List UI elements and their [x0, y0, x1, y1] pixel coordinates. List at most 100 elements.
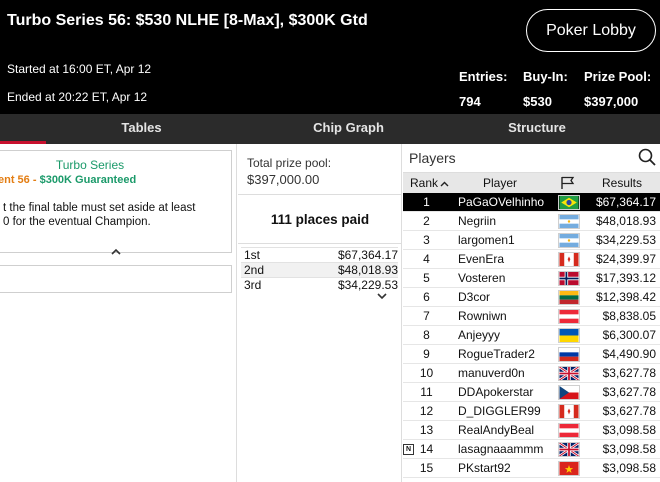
- payout-place: 1st: [244, 248, 261, 262]
- player-row[interactable]: 11 DDApokerstar $3,627.78: [403, 383, 660, 402]
- player-result: $34,229.53: [595, 233, 656, 247]
- norway-flag-icon: [558, 271, 580, 286]
- player-row[interactable]: 9 RogueTrader2 $4,490.90: [403, 345, 660, 364]
- collapse-info-button[interactable]: [0, 247, 232, 258]
- czech-flag-icon: [558, 385, 580, 400]
- tab-chip-graph[interactable]: Chip Graph: [283, 114, 414, 144]
- player-row[interactable]: 4 EvenEra $24,399.97: [403, 250, 660, 269]
- entries-stat: Entries: 794: [459, 69, 507, 109]
- results-column-header[interactable]: Results: [602, 173, 642, 193]
- player-row[interactable]: 2 Negriin $48,018.93: [403, 212, 660, 231]
- payout-amount: $34,229.53: [337, 278, 398, 292]
- tab-structure[interactable]: Structure: [414, 114, 660, 144]
- player-name: D_DIGGLER99: [458, 404, 541, 418]
- russia-flag-icon: [558, 347, 580, 362]
- player-name: manuverd0n: [458, 366, 525, 380]
- player-name: Vosteren: [458, 271, 506, 285]
- rank-column-header[interactable]: Rank: [410, 173, 449, 193]
- chevron-up-icon: [111, 248, 121, 255]
- player-name: PaGaOVelhinho: [458, 195, 545, 209]
- player-result: $67,364.17: [595, 195, 656, 209]
- player-rank: 15: [419, 461, 434, 475]
- player-row[interactable]: 7 Rowniwn $8,838.05: [403, 307, 660, 326]
- argentina-flag-icon: [558, 214, 580, 229]
- player-rank: 14: [419, 442, 434, 456]
- player-result: $48,018.93: [595, 214, 656, 228]
- player-result: $17,393.12: [595, 271, 656, 285]
- argentina-flag-icon: [558, 233, 580, 248]
- payout-row: 2nd $48,018.93: [241, 262, 398, 277]
- player-name: PKstart92: [458, 461, 511, 475]
- player-result: $6,300.07: [602, 328, 656, 342]
- player-result: $3,098.58: [602, 461, 656, 475]
- total-prize-pool-label: Total prize pool:: [247, 156, 332, 170]
- player-result: $3,627.78: [602, 385, 656, 399]
- buyin-stat: Buy-In: $530: [523, 69, 568, 109]
- player-rank: 3: [423, 233, 430, 247]
- tournament-title: Turbo Series 56: $530 NLHE [8-Max], $300…: [7, 12, 368, 29]
- tournament-header: Turbo Series 56: $530 NLHE [8-Max], $300…: [0, 0, 660, 114]
- player-name: RealAndyBeal: [458, 423, 535, 437]
- player-name: largomen1: [458, 233, 515, 247]
- player-rank: 2: [423, 214, 430, 228]
- player-rank: 12: [419, 404, 434, 418]
- prize-pool-stat: Prize Pool: $397,000: [584, 69, 651, 109]
- payout-amount: $67,364.17: [337, 248, 398, 262]
- flag-icon[interactable]: [560, 176, 575, 190]
- payout-row: 3rd $34,229.53: [241, 277, 398, 292]
- prize-panel: Total prize pool: $397,000.00 111 places…: [238, 144, 402, 482]
- player-name: Rowniwn: [458, 309, 507, 323]
- player-row[interactable]: 1 PaGaOVelhinho $67,364.17: [403, 193, 660, 212]
- austria-flag-icon: [558, 423, 580, 438]
- total-prize-pool-value: $397,000.00: [247, 172, 320, 187]
- prize-pool-value: $397,000: [584, 94, 639, 109]
- event-subtitle: ent 56 - $300K Guaranteed: [0, 174, 136, 186]
- player-name: EvenEra: [458, 252, 505, 266]
- player-row[interactable]: 15 PKstart92 $3,098.58: [403, 459, 660, 478]
- uk-flag-icon: [558, 442, 580, 457]
- player-result: $24,399.97: [595, 252, 656, 266]
- search-icon[interactable]: [638, 148, 656, 166]
- players-panel: Players Rank Player Results 1 PaGaOVelhin…: [403, 144, 660, 482]
- payout-amount: $48,018.93: [337, 263, 398, 277]
- info-card: Turbo Series ent 56 - $300K Guaranteed t…: [0, 150, 232, 253]
- player-row[interactable]: 12 D_DIGGLER99 $3,627.78: [403, 402, 660, 421]
- player-rank: 6: [423, 290, 430, 304]
- entries-label: Entries:: [459, 69, 508, 84]
- player-row[interactable]: 8 Anjeyyy $6,300.07: [403, 326, 660, 345]
- prize-pool-label: Prize Pool:: [584, 69, 652, 84]
- player-row[interactable]: 13 RealAndyBeal $3,098.58: [403, 421, 660, 440]
- entries-value: 794: [459, 94, 481, 109]
- austria-flag-icon: [558, 309, 580, 324]
- player-name: RogueTrader2: [458, 347, 535, 361]
- players-column-header: Rank Player Results: [403, 173, 660, 193]
- tab-tables[interactable]: Tables: [0, 114, 283, 144]
- player-row[interactable]: 6 D3cor $12,398.42: [403, 288, 660, 307]
- player-result: $4,490.90: [602, 347, 656, 361]
- uk-flag-icon: [558, 366, 580, 381]
- player-name: DDApokerstar: [458, 385, 534, 399]
- player-row[interactable]: N 14 lasagnaaammm $3,098.58: [403, 440, 660, 459]
- player-row[interactable]: 10 manuverd0n $3,627.78: [403, 364, 660, 383]
- expand-payouts-button[interactable]: [377, 292, 387, 302]
- player-rank: 9: [423, 347, 430, 361]
- player-column-header[interactable]: Player: [483, 173, 517, 193]
- chevron-up-icon: [440, 181, 449, 187]
- lithuania-flag-icon: [558, 290, 580, 305]
- players-list: 1 PaGaOVelhinho $67,364.17 2 Negriin $48,018.…: [403, 193, 660, 478]
- vietnam-flag-icon: [558, 461, 580, 476]
- player-name: Negriin: [458, 214, 497, 228]
- player-row[interactable]: 5 Vosteren $17,393.12: [403, 269, 660, 288]
- tab-bar: Tables Chip Graph Structure: [0, 114, 660, 144]
- payout-place: 2nd: [244, 263, 265, 277]
- brazil-flag-icon: [558, 195, 580, 210]
- poker-lobby-button[interactable]: Poker Lobby: [526, 9, 656, 52]
- player-row[interactable]: 3 largomen1 $34,229.53: [403, 231, 660, 250]
- player-result: $3,098.58: [602, 442, 656, 456]
- player-rank: 13: [419, 423, 434, 437]
- player-rank: 11: [420, 385, 433, 399]
- payout-list: 1st $67,364.17 2nd $48,018.93 3rd $34,229.5…: [241, 247, 398, 292]
- player-rank: 7: [423, 309, 430, 323]
- buyin-value: $530: [523, 94, 552, 109]
- player-name: Anjeyyy: [458, 328, 501, 342]
